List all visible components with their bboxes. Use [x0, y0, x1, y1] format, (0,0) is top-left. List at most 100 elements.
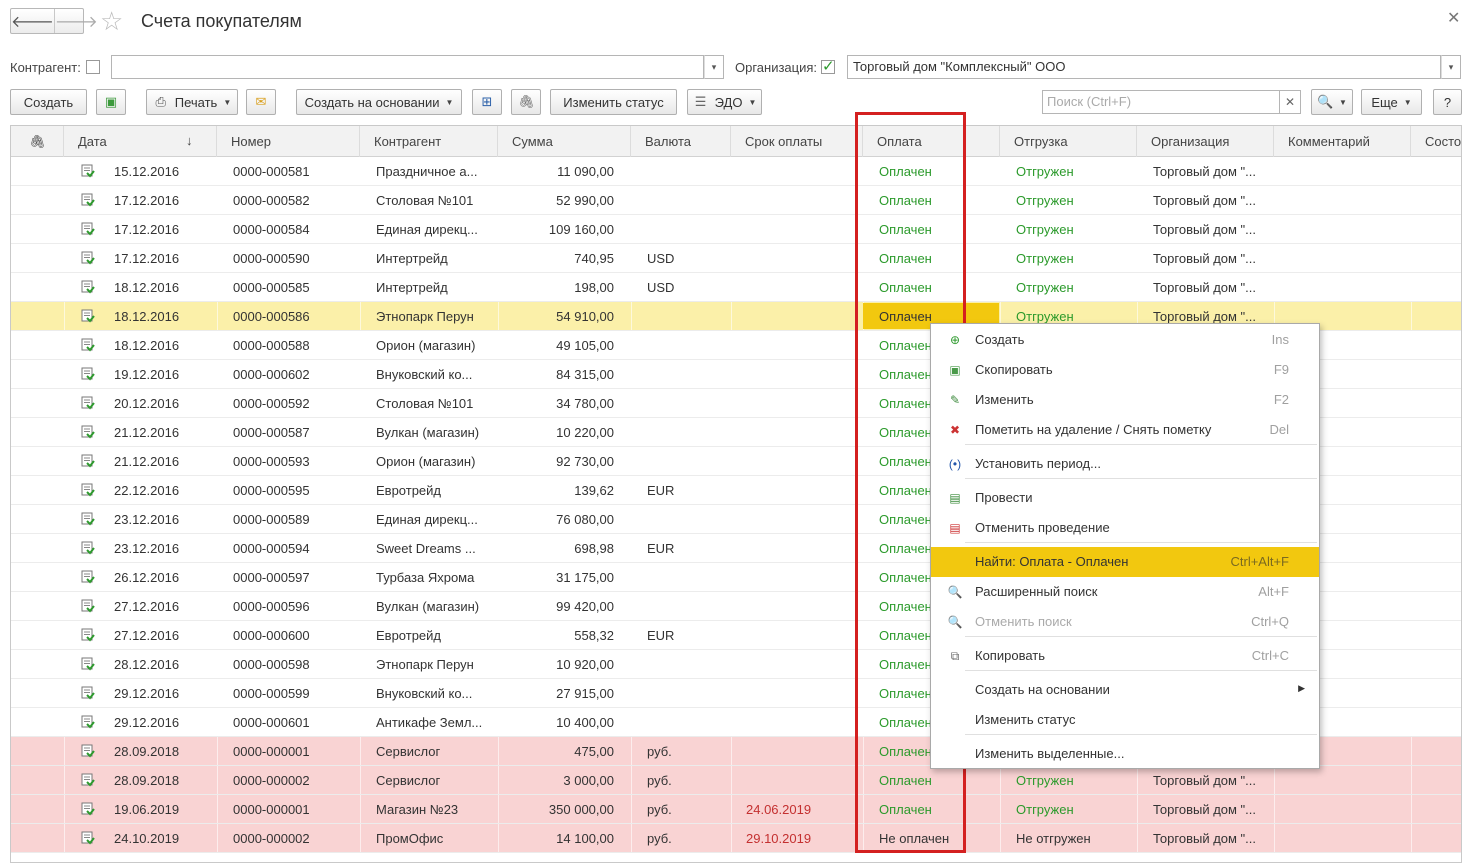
structure-button[interactable]: ⊞: [472, 89, 502, 115]
envelope-icon: ✉: [255, 94, 267, 109]
kontragent-dropdown-button[interactable]: ▾: [704, 55, 724, 79]
menu-item[interactable]: ▣ Скопировать F9: [931, 355, 1319, 385]
cell-sum: 10 920,00: [556, 657, 614, 672]
menu-item[interactable]: Создать на основании ▶: [931, 675, 1319, 705]
more-button[interactable]: Еще ▼: [1361, 89, 1422, 115]
edo-icon: ☰: [694, 94, 707, 109]
column-header-organization[interactable]: Организация: [1137, 126, 1274, 157]
org-dropdown-button[interactable]: ▾: [1441, 55, 1461, 79]
cell-payment: Оплачен: [879, 280, 932, 295]
column-header-due[interactable]: Срок оплаты: [731, 126, 863, 157]
posted-document-icon: [81, 280, 95, 294]
copy-doc-icon: ▣: [104, 94, 118, 109]
create-button[interactable]: Создать: [10, 89, 87, 115]
table-row[interactable]: 17.12.2016 0000-000582 Столовая №101 52 990…: [11, 186, 1461, 215]
email-button[interactable]: ✉: [246, 89, 276, 115]
close-icon[interactable]: ✕: [1447, 8, 1460, 28]
search-input[interactable]: Поиск (Ctrl+F): [1042, 90, 1280, 114]
column-label: Валюта: [645, 134, 691, 149]
column-header-number[interactable]: Номер: [217, 126, 360, 157]
table-row[interactable]: 17.12.2016 0000-000590 Интертрейд 740,95 USD…: [11, 244, 1461, 273]
column-header-shipment[interactable]: Отгрузка: [1000, 126, 1137, 157]
column-header-kontragent[interactable]: Контрагент: [360, 126, 498, 157]
cell-shipment: Отгружен: [1016, 802, 1074, 817]
chevron-down-icon: ▼: [223, 97, 232, 107]
table-row[interactable]: 19.06.2019 0000-000001 Магазин №23 350 000,…: [11, 795, 1461, 824]
arrow-left-icon: 🡐: [11, 13, 54, 31]
cell-payment: Оплачен: [879, 193, 932, 208]
org-field[interactable]: Торговый дом "Комплексный" ООО: [847, 55, 1441, 79]
column-header-date[interactable]: Дата ↓: [64, 126, 217, 157]
column-label: Сумма: [512, 134, 553, 149]
menu-item-label: Найти: Оплата - Оплачен: [975, 554, 1129, 569]
org-checkbox[interactable]: ✓: [821, 59, 835, 74]
attachment-column-header[interactable]: 🖇: [11, 126, 64, 157]
paperclip-icon: 🖇: [518, 94, 535, 109]
column-header-currency[interactable]: Валюта: [631, 126, 731, 157]
edo-button[interactable]: ☰ ЭДО ▼: [687, 89, 762, 115]
submenu-arrow-icon: ▶: [1298, 683, 1305, 693]
cell-due-date: [746, 331, 856, 359]
posted-document-icon: [81, 251, 95, 265]
menu-item[interactable]: ⊕ Создать Ins: [931, 325, 1319, 355]
cell-due-date: [746, 215, 856, 243]
menu-item[interactable]: 🔍 Расширенный поиск Alt+F: [931, 577, 1319, 607]
favorite-star-icon[interactable]: ☆: [100, 7, 123, 35]
cell-currency: EUR: [647, 628, 675, 643]
menu-item[interactable]: (•) Установить период...: [931, 449, 1319, 479]
menu-item[interactable]: Изменить выделенные...: [931, 739, 1319, 769]
menu-item[interactable]: ▤ Отменить проведение: [931, 513, 1319, 543]
menu-item[interactable]: ✖ Пометить на удаление / Снять пометку Del: [931, 415, 1319, 445]
cell-currency: EUR: [647, 483, 675, 498]
cell-due-date: [746, 708, 856, 736]
cell-due-date: [746, 360, 856, 388]
posted-document-icon: [81, 686, 95, 700]
back-button[interactable]: 🡐: [11, 9, 54, 33]
column-header-payment[interactable]: Оплата: [863, 126, 1000, 157]
cell-payment: Оплачен: [879, 773, 932, 788]
menu-item[interactable]: ⧉ Копировать Ctrl+C: [931, 641, 1319, 671]
cell-number: 0000-000600: [233, 628, 310, 643]
cell-organization: Торговый дом "...: [1153, 222, 1257, 237]
attach-button[interactable]: 🖇: [511, 89, 541, 115]
kontragent-checkbox[interactable]: [86, 60, 100, 74]
menu-item[interactable]: 🔍 Отменить поиск Ctrl+Q: [931, 607, 1319, 637]
menu-item[interactable]: ✎ Изменить F2: [931, 385, 1319, 415]
cell-date: 29.12.2016: [114, 686, 180, 701]
cell-date: 26.12.2016: [114, 570, 180, 585]
menu-item-label: Копировать: [975, 648, 1045, 663]
posted-document-icon: [81, 396, 95, 410]
cell-sum: 99 420,00: [556, 599, 614, 614]
cell-currency: [647, 389, 727, 417]
help-button[interactable]: ?: [1433, 89, 1462, 115]
forward-button[interactable]: 🡒: [53, 9, 98, 33]
menu-item[interactable]: Изменить статус: [931, 705, 1319, 735]
cell-sum: 27 915,00: [556, 686, 614, 701]
cell-organization: Торговый дом "...: [1153, 164, 1257, 179]
table-row[interactable]: 15.12.2016 0000-000581 Праздничное а... 11 …: [11, 157, 1461, 186]
table-row[interactable]: 17.12.2016 0000-000584 Единая дирекц... 109…: [11, 215, 1461, 244]
print-button[interactable]: ⎙ Печать ▼: [146, 89, 238, 115]
column-header-state[interactable]: Состо: [1411, 126, 1462, 157]
copy-doc-button[interactable]: ▣: [96, 89, 126, 115]
cell-sum: 10 400,00: [556, 715, 614, 730]
menu-item[interactable]: Найти: Оплата - Оплачен Ctrl+Alt+F: [931, 547, 1319, 577]
column-header-sum[interactable]: Сумма: [498, 126, 631, 157]
table-row[interactable]: 18.12.2016 0000-000585 Интертрейд 198,00 USD…: [11, 273, 1461, 302]
create-based-button[interactable]: Создать на основании ▼: [296, 89, 462, 115]
cell-number: 0000-000601: [233, 715, 310, 730]
menu-item[interactable]: ▤ Провести: [931, 483, 1319, 513]
change-status-button[interactable]: Изменить статус: [550, 89, 677, 115]
cell-number: 0000-000587: [233, 425, 310, 440]
column-header-comment[interactable]: Комментарий: [1274, 126, 1411, 157]
table-row[interactable]: 24.10.2019 0000-000002 ПромОфис 14 100,00 ру…: [11, 824, 1461, 853]
kontragent-field[interactable]: [111, 55, 704, 79]
cell-due-date: [746, 766, 856, 794]
table-row[interactable]: 28.09.2018 0000-000002 Сервислог 3 000,00 ру…: [11, 766, 1461, 795]
posted-document-icon: [81, 570, 95, 584]
search-clear-button[interactable]: ✕: [1280, 90, 1301, 114]
search-options-button[interactable]: 🔍 ▼: [1311, 89, 1353, 115]
column-label: Состо: [1425, 134, 1462, 149]
menu-item-label: Изменить: [975, 392, 1034, 407]
cell-number: 0000-000585: [233, 280, 310, 295]
